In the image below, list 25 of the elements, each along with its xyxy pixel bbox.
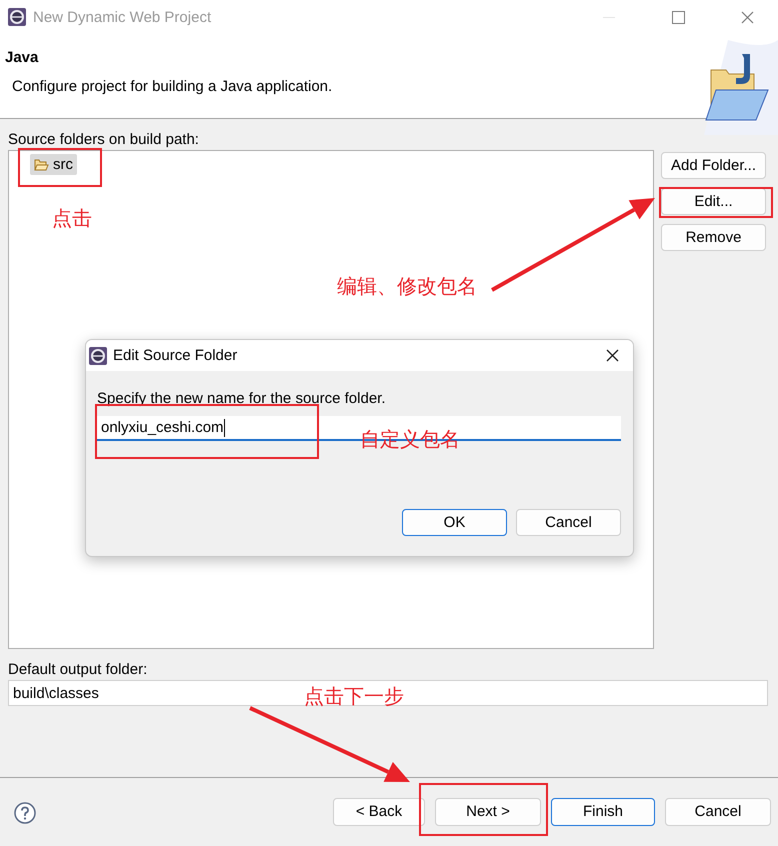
dialog-button[interactable]: Cancel	[516, 509, 621, 536]
close-icon[interactable]	[606, 349, 619, 362]
app-icon	[8, 8, 26, 26]
side-button[interactable]: Add Folder...	[661, 152, 766, 179]
output-folder-label: Default output folder:	[8, 661, 148, 678]
dialog-title: Edit Source Folder	[113, 347, 238, 364]
side-button[interactable]: Remove	[661, 224, 766, 251]
annotation-text: 点击	[52, 205, 92, 232]
annotation-text: 编辑、修改包名	[337, 273, 477, 300]
app-icon	[89, 346, 107, 364]
footer-button[interactable]: < Back	[333, 798, 425, 826]
footer-button[interactable]: Cancel	[665, 798, 771, 826]
window-title: New Dynamic Web Project	[33, 8, 212, 26]
footer-button[interactable]: Next >	[435, 798, 541, 826]
page-title: Java	[5, 49, 38, 66]
source-folders-label: Source folders on build path:	[8, 131, 199, 148]
side-button[interactable]: Edit...	[661, 188, 766, 215]
tree-item[interactable]: src	[30, 154, 77, 175]
help-icon[interactable]	[14, 802, 36, 824]
footer-button[interactable]: Finish	[551, 798, 655, 826]
page-description: Configure project for building a Java application.	[12, 78, 332, 95]
maximize-icon[interactable]	[672, 10, 684, 24]
dialog-prompt: Specify the new name for the source folder.	[97, 390, 386, 407]
dialog-button[interactable]: OK	[402, 509, 507, 536]
package-folder-icon	[34, 158, 49, 170]
